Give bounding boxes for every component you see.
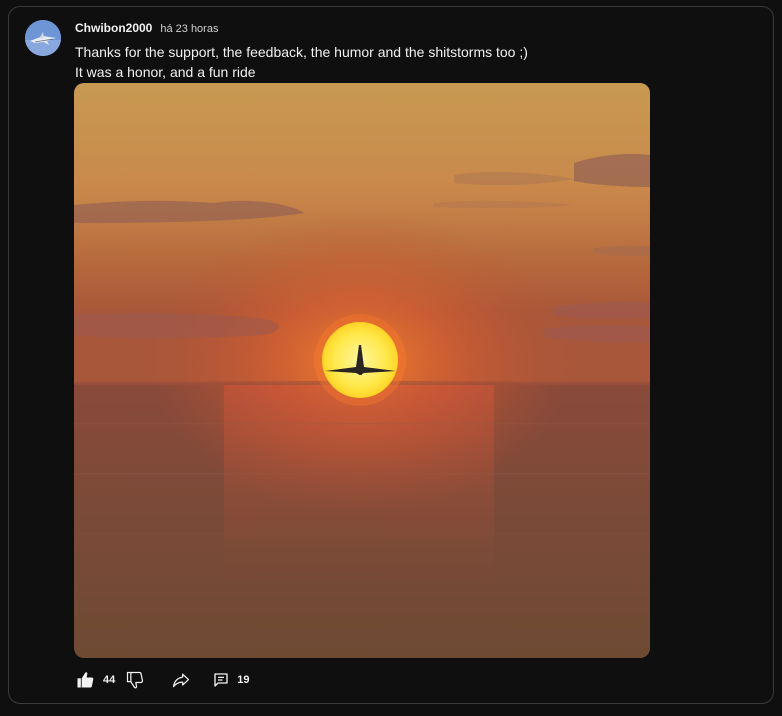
dislike-button[interactable] [123, 668, 147, 692]
author-avatar[interactable] [25, 20, 61, 56]
share-arrow-icon [173, 673, 190, 688]
post-actions: 44 19 [73, 667, 250, 693]
post-text: Thanks for the support, the feedback, th… [75, 42, 528, 82]
community-post-card: Chwibon2000 há 23 horas Thanks for the s… [8, 6, 774, 704]
post-text-line: It was a honor, and a fun ride [75, 64, 256, 80]
share-button[interactable] [169, 668, 193, 692]
like-count: 44 [103, 674, 116, 686]
post-header: Chwibon2000 há 23 horas [75, 21, 218, 35]
comment-count[interactable]: 19 [237, 674, 249, 686]
post-image[interactable] [74, 83, 650, 658]
post-timestamp[interactable]: há 23 horas [160, 23, 218, 35]
post-text-line: Thanks for the support, the feedback, th… [75, 44, 528, 60]
thumbs-down-icon [127, 671, 144, 689]
comment-icon [214, 673, 228, 687]
comments-button[interactable] [209, 668, 233, 692]
author-name[interactable]: Chwibon2000 [75, 21, 152, 35]
thumbs-up-icon [77, 672, 94, 688]
like-button[interactable] [73, 668, 97, 692]
